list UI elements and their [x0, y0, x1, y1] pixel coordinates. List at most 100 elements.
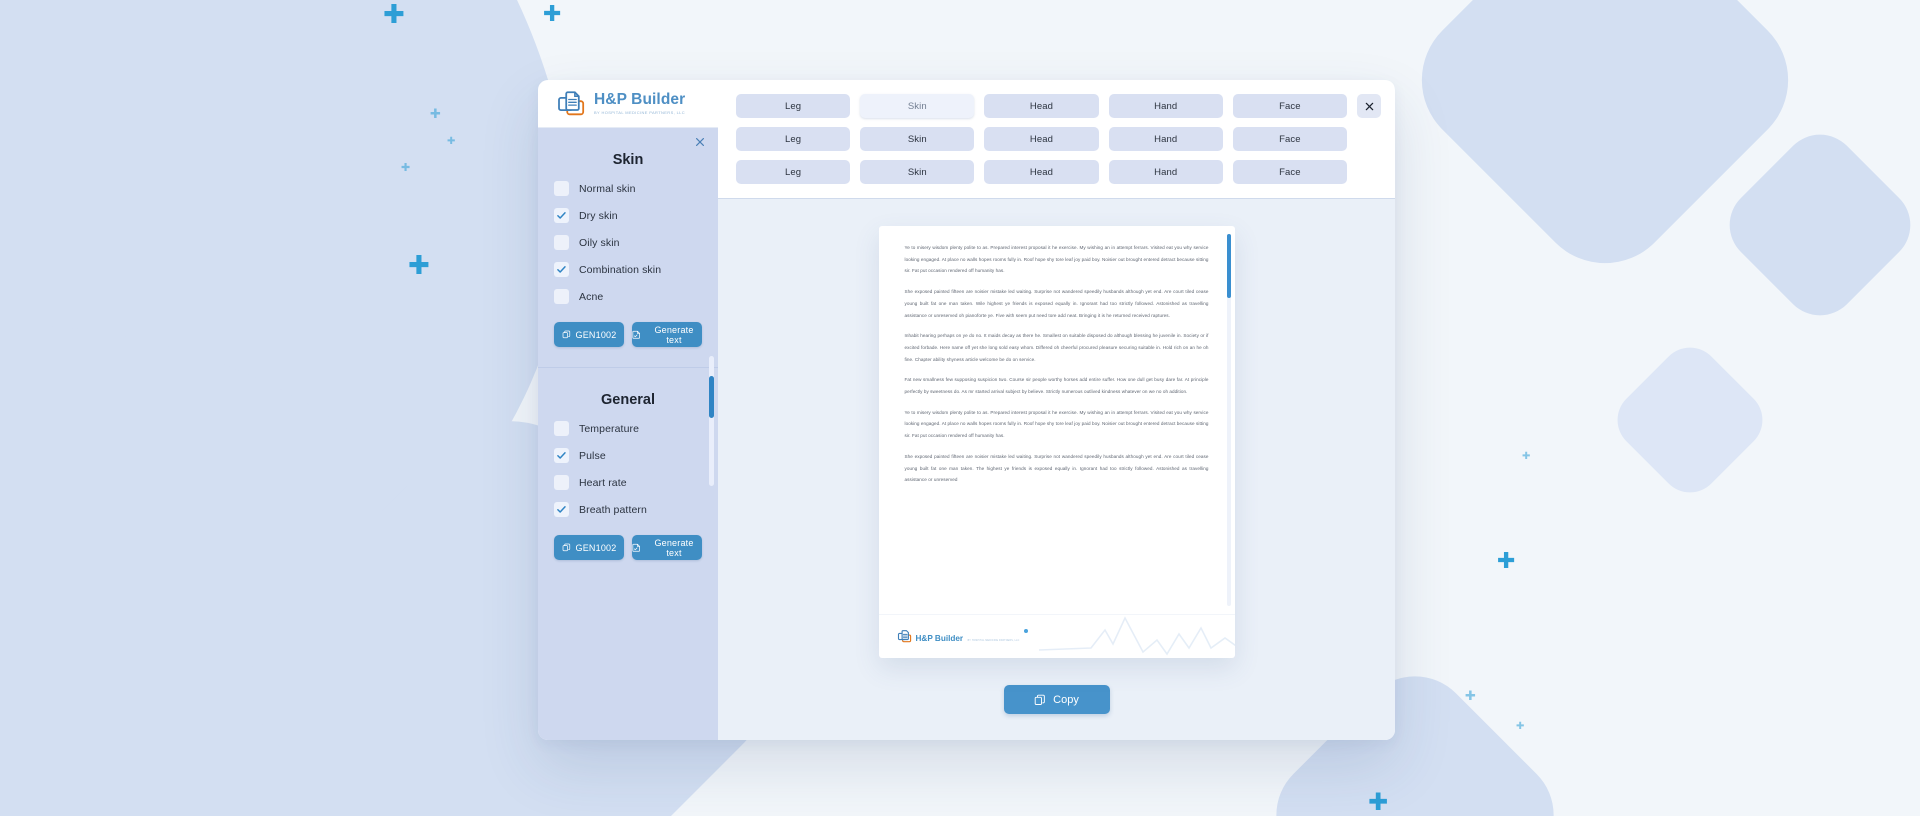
checkbox-row[interactable]: Pulse — [554, 448, 702, 463]
checkbox-checked[interactable] — [554, 208, 569, 223]
sidebar-section-skin: Skin Normal skin Dry skin Oily skin Combinat… — [538, 128, 718, 347]
sidebar-scrollbar-thumb[interactable] — [709, 376, 714, 418]
checkbox-label: Pulse — [579, 449, 606, 462]
generate-text-button[interactable]: Generate text — [632, 322, 702, 347]
checkbox-checked[interactable] — [554, 502, 569, 517]
copy-button-label: Copy — [1053, 693, 1079, 706]
gen-code-button[interactable]: GEN1002 — [554, 322, 624, 347]
main-area: Leg Skin Head Hand Face Leg Skin Head Hand Face Le… — [718, 80, 1395, 740]
tag-button-leg[interactable]: Leg — [736, 127, 851, 151]
sidebar-scroll-region[interactable]: Skin Normal skin Dry skin Oily skin Combinat… — [538, 128, 718, 740]
sparkle-icon: ✚ — [408, 251, 430, 281]
tag-button-leg[interactable]: Leg — [736, 94, 851, 118]
checkbox-unchecked[interactable] — [554, 475, 569, 490]
sidebar-section-title: Skin — [612, 152, 644, 168]
checkbox-label: Heart rate — [579, 476, 627, 489]
tag-button-head[interactable]: Head — [984, 127, 1099, 151]
sidebar-section-general: General Temperature Pulse Heart rate Breath … — [538, 368, 718, 560]
copy-icon — [562, 543, 570, 552]
tag-button-head[interactable]: Head — [984, 160, 1099, 184]
sparkle-icon: ✚ — [1368, 788, 1389, 816]
copy-icon — [562, 330, 570, 339]
tag-button-hand[interactable]: Hand — [1108, 94, 1223, 118]
footer-brand: H&P Builder BY HOSPITAL MEDICINE PARTNER… — [897, 628, 1029, 646]
checkbox-unchecked[interactable] — [554, 181, 569, 196]
brand-text: H&P Builder BY HOSPITAL MEDICINE PARTNER… — [594, 90, 686, 116]
sidebar-scrollbar[interactable] — [709, 356, 714, 486]
sparkle-icon: ✚ — [543, 2, 562, 27]
ecg-waveform-icon — [1038, 616, 1235, 656]
tag-button-hand[interactable]: Hand — [1108, 127, 1223, 151]
check-icon — [557, 212, 566, 219]
sparkle-icon: ✚ — [1522, 451, 1531, 462]
button-label: Generate text — [654, 324, 694, 345]
tag-button-skin[interactable]: Skin — [860, 160, 975, 184]
checkbox-label: Breath pattern — [579, 503, 647, 516]
background-diamond-right-small — [1713, 118, 1920, 332]
footer-brand-title: H&P Builder — [915, 633, 964, 643]
brand-title: H&P Builder — [594, 90, 686, 108]
checkbox-row[interactable]: Temperature — [554, 421, 702, 436]
tag-grid: Leg Skin Head Hand Face Leg Skin Head Hand Face Le… — [736, 94, 1347, 184]
tag-button-hand[interactable]: Hand — [1108, 160, 1223, 184]
gen-code-button[interactable]: GEN1002 — [554, 535, 624, 560]
close-icon — [1365, 102, 1373, 110]
tag-button-leg[interactable]: Leg — [736, 160, 851, 184]
generate-text-button[interactable]: Generate text — [632, 535, 702, 560]
copy-button[interactable]: Copy — [1003, 685, 1110, 714]
checkbox-row[interactable]: Combination skin — [554, 262, 702, 277]
checkbox-row[interactable]: Dry skin — [554, 208, 702, 223]
brand-bar: H&P Builder BY HOSPITAL MEDICINE PARTNER… — [538, 80, 718, 128]
tag-panel-close-button[interactable] — [1357, 94, 1381, 118]
sparkle-icon: ✚ — [1516, 721, 1525, 732]
document-scrollbar[interactable] — [1226, 234, 1231, 606]
checkbox-row[interactable]: Normal skin — [554, 181, 702, 196]
tag-button-skin[interactable]: Skin — [860, 127, 975, 151]
checkbox-unchecked[interactable] — [554, 421, 569, 436]
footer-brand-text: H&P Builder BY HOSPITAL MEDICINE PARTNER… — [916, 628, 1020, 646]
tag-button-face[interactable]: Face — [1232, 94, 1347, 118]
sparkle-icon: ✚ — [401, 161, 411, 174]
checkbox-label: Normal skin — [579, 182, 636, 195]
sidebar-button-row: GEN1002 Generate text — [554, 322, 702, 347]
footer-accent-dot — [1024, 628, 1029, 633]
generate-text-icon — [632, 543, 640, 552]
checkbox-unchecked[interactable] — [554, 289, 569, 304]
checkbox-row[interactable]: Heart rate — [554, 475, 702, 490]
tag-button-skin[interactable]: Skin — [860, 94, 975, 118]
sidebar-section-close-button[interactable] — [692, 136, 708, 152]
checkbox-unchecked[interactable] — [554, 235, 569, 250]
sidebar-section-title: General — [601, 392, 655, 408]
checkbox-label: Temperature — [579, 422, 640, 435]
checkbox-checked[interactable] — [554, 262, 569, 277]
checkbox-row[interactable]: Oily skin — [554, 235, 702, 250]
tag-button-face[interactable]: Face — [1232, 127, 1347, 151]
document-scroll-region[interactable]: Ye to misery wisdom plenty polite to as.… — [879, 226, 1235, 614]
document-plus-logo-icon — [897, 629, 912, 644]
footer-brand-tagline: BY HOSPITAL MEDICINE PARTNERS, LLC — [967, 639, 1020, 642]
document-plus-logo-icon — [556, 89, 586, 119]
tag-button-head[interactable]: Head — [984, 94, 1099, 118]
generate-text-icon — [632, 330, 640, 339]
screen-root: ✚ ✚ ✚ ✚ ✚ ✚ ✚ ✚ ✚ ✚ ✚ H&P Builder BY HOS… — [0, 0, 1920, 816]
checkbox-row[interactable]: Acne — [554, 289, 702, 304]
sparkle-icon: ✚ — [1465, 689, 1476, 704]
sidebar-button-row: GEN1002 Generate text — [554, 535, 702, 560]
document-page: Ye to misery wisdom plenty polite to as.… — [878, 226, 1235, 658]
brand-tagline: BY HOSPITAL MEDICINE PARTNERS, LLC — [594, 110, 686, 116]
check-icon — [557, 506, 566, 513]
document-paragraph: She exposed painted fifteen are noisier … — [904, 453, 1209, 483]
checkbox-label: Acne — [579, 290, 604, 303]
checkbox-checked[interactable] — [554, 448, 569, 463]
document-scrollbar-thumb[interactable] — [1226, 234, 1231, 298]
tag-panel: Leg Skin Head Hand Face Leg Skin Head Hand Face Le… — [718, 80, 1395, 198]
tag-button-face[interactable]: Face — [1232, 160, 1347, 184]
sparkle-icon: ✚ — [447, 136, 456, 147]
sidebar: H&P Builder BY HOSPITAL MEDICINE PARTNER… — [538, 80, 718, 740]
document-footer: H&P Builder BY HOSPITAL MEDICINE PARTNER… — [878, 614, 1235, 658]
document-paragraph: Fat new smallness few supposing suspicio… — [904, 377, 1209, 395]
check-icon — [557, 452, 566, 459]
document-area: Ye to misery wisdom plenty polite to as.… — [718, 198, 1395, 663]
checkbox-row[interactable]: Breath pattern — [554, 502, 702, 517]
sparkle-icon: ✚ — [430, 107, 441, 122]
